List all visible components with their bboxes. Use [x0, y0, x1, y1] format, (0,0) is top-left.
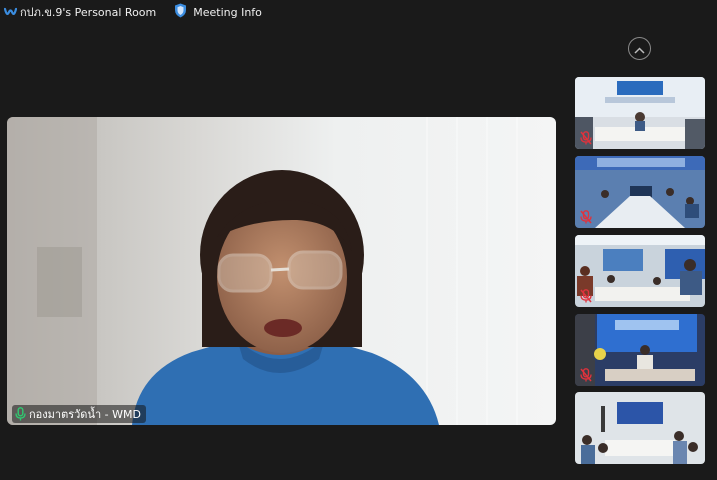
participant-thumbnail[interactable] [575, 235, 705, 307]
participant-thumbnail[interactable] [575, 77, 705, 149]
thumbnail-video [575, 77, 705, 149]
participant-thumbnail[interactable] [575, 392, 705, 464]
microphone-icon [15, 407, 26, 421]
microphone-muted-icon [580, 289, 592, 303]
scroll-up-button[interactable] [628, 37, 651, 60]
chevron-up-icon [634, 39, 645, 58]
meeting-info-label: Meeting Info [193, 5, 262, 19]
meeting-info-button[interactable]: Meeting Info [174, 3, 262, 22]
participant-name: กองมาตรวัดน้ำ - WMD [29, 408, 141, 421]
participant-name-tag: กองมาตรวัดน้ำ - WMD [12, 405, 146, 423]
thumbnail-video [575, 392, 705, 464]
thumbnail-video [575, 314, 705, 386]
microphone-muted-icon [580, 368, 592, 382]
room-name: กปภ.ข.9's Personal Room [20, 6, 157, 19]
title-bar: กปภ.ข.9's Personal Room Meeting Info [0, 0, 717, 24]
microphone-muted-icon [580, 131, 592, 145]
webex-logo-icon [4, 6, 17, 19]
participant-thumbnail[interactable] [575, 156, 705, 228]
participant-thumbnail[interactable] [575, 314, 705, 386]
speaker-video-frame [7, 117, 556, 425]
shield-icon [174, 3, 187, 22]
main-video-tile[interactable]: กองมาตรวัดน้ำ - WMD [7, 117, 556, 425]
thumbnail-video [575, 235, 705, 307]
microphone-muted-icon [580, 210, 592, 224]
thumbnail-video [575, 156, 705, 228]
